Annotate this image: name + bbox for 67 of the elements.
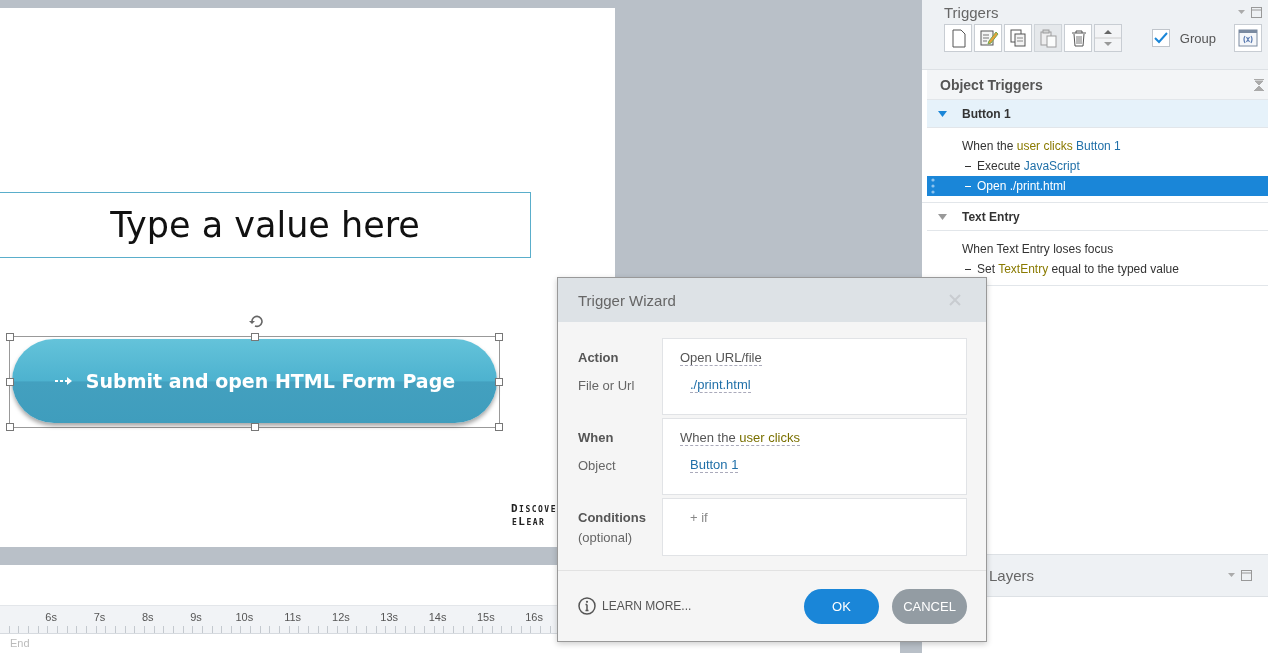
panel-title: Layers (989, 567, 1035, 584)
dash-icon (965, 165, 971, 167)
logo-text: eLear (510, 515, 546, 528)
dialog-title: Trigger Wizard (578, 291, 676, 309)
panel-options-icon (1238, 6, 1262, 19)
resize-handle[interactable] (6, 333, 14, 341)
expand-triangle-icon (938, 213, 947, 220)
new-trigger-button[interactable] (944, 24, 972, 52)
field-label: File or Url (578, 377, 636, 394)
tick-label: 13s (379, 610, 400, 625)
section-label: When (578, 429, 615, 446)
variables-button[interactable] (1234, 24, 1262, 52)
tick-label: 14s (427, 610, 448, 625)
logo-text: Discove (510, 502, 557, 515)
tick-label: 16s (524, 610, 544, 625)
section-label: Conditions (578, 509, 647, 526)
add-condition-link[interactable]: + if (690, 510, 708, 525)
section-title: Object Triggers (940, 76, 1043, 93)
ok-button[interactable]: OK (804, 588, 879, 624)
dash-icon (965, 185, 971, 187)
checkmark-icon (1153, 32, 1168, 44)
tick-label: 10s (234, 610, 255, 625)
resize-handle[interactable] (495, 378, 503, 386)
panel-options-icon (1228, 569, 1252, 582)
copy-trigger-button[interactable] (1004, 24, 1032, 52)
arrow-icon (53, 375, 74, 387)
resize-handle[interactable] (495, 333, 503, 341)
delete-trigger-button[interactable] (1064, 24, 1092, 52)
panel-title: Triggers (944, 4, 999, 21)
tick-label: 7s (92, 610, 107, 625)
trigger-row[interactable]: Open ./print.html (927, 176, 1268, 196)
trigger-group-header[interactable]: Text Entry (927, 203, 1268, 231)
group-checkbox[interactable] (1151, 29, 1170, 47)
field-value-link[interactable]: Button 1 (690, 457, 739, 473)
section-label: Action (578, 349, 620, 366)
resize-handle[interactable] (495, 423, 503, 431)
trigger-row[interactable]: When Text Entry loses focus (927, 239, 1268, 259)
tick-label: 11s (283, 610, 303, 625)
trigger-row[interactable]: Execute JavaScript (927, 156, 1268, 176)
move-buttons[interactable] (1094, 24, 1122, 52)
field-value-link[interactable]: ./print.html (690, 377, 751, 393)
info-icon (578, 597, 596, 615)
drag-handle-icon (931, 178, 935, 194)
tick-label: 8s (140, 610, 155, 625)
field-value-link[interactable]: Open URL/file (680, 350, 762, 366)
dash-icon (965, 268, 971, 270)
field-label: (optional) (578, 529, 634, 546)
resize-handle[interactable] (251, 423, 259, 431)
trigger-row[interactable]: When the user clicks Button 1 (927, 136, 1268, 156)
tick-label: 15s (475, 610, 496, 625)
tick-label: 6s (44, 610, 58, 625)
end-label: End (10, 636, 30, 651)
tick-label: 9s (189, 610, 203, 625)
trigger-row[interactable]: Set TextEntry equal to the typed value (927, 259, 1268, 279)
resize-handle[interactable] (251, 333, 259, 341)
field-value-link[interactable]: When the user clicks (680, 430, 800, 446)
resize-handle[interactable] (6, 423, 14, 431)
tick-label: 12s (331, 610, 351, 625)
field-label: Object (578, 457, 617, 474)
group-label: Group (1179, 30, 1216, 46)
edit-trigger-button[interactable] (974, 24, 1002, 52)
expand-triangle-icon (938, 110, 947, 117)
variable-window-icon (1237, 27, 1259, 49)
text-entry-field[interactable]: Type a value here (0, 192, 531, 258)
trigger-group-header[interactable]: Button 1 (927, 100, 1268, 128)
resize-handle[interactable] (6, 378, 14, 386)
collapse-all-icon (1254, 78, 1264, 91)
